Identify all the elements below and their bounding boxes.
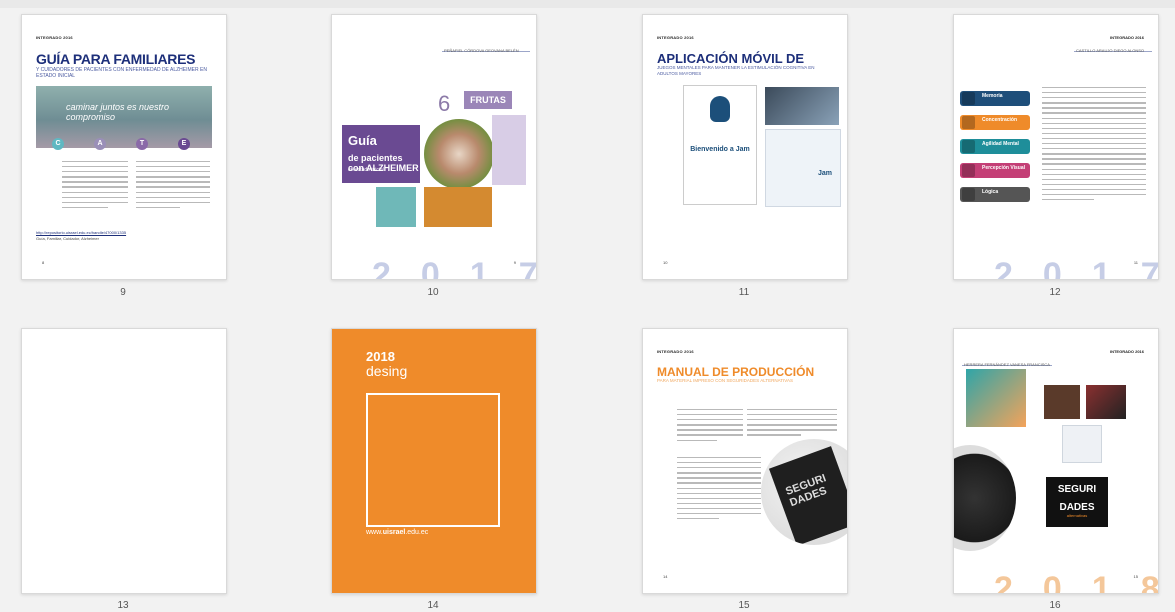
page-thumbnail-14[interactable]: 2018 desing www.uisrael.edu.ec [331,328,537,594]
text-block [677,457,761,523]
page-title: GUÍA PARA FAMILIARES [36,51,196,67]
six-label: 6 [438,91,451,116]
leaflet-image [376,187,416,227]
skill-memoria: Memoria [960,91,1030,106]
skill-label: Concentración [982,117,1018,123]
fruit-bowl-image [424,119,494,189]
page-thumbnail-viewer: INTEGRADO 2016 GUÍA PARA FAMILIARES Y CU… [0,0,1175,612]
page-thumbnail-16[interactable]: HERRERA FERNÁNDEZ VANESA FRANCISCA INTEG… [953,328,1159,594]
page-subtitle: PARA MATERIAL IMPRESO CON SEGURIDADES AL… [657,378,793,383]
cover-year: 2018 [366,349,395,364]
page-number-16: 16 [1049,600,1061,611]
page-number-13: 13 [117,600,129,611]
page-number-12: 12 [1049,287,1061,298]
skill-label: Agilidad Mental [982,141,1019,147]
page-mark: 10 [663,260,668,265]
running-header: CASTILLO ARAUJO DIEGO ALONSO [1076,48,1145,53]
skill-label: Percepción Visual [982,165,1025,171]
poster-text-3: alternativas [1066,513,1088,518]
fruit-sidebar-panel [492,115,526,185]
page-thumbnail-15[interactable]: INTEGRADO 2016 MANUAL DE PRODUCCIÓN PARA… [642,328,848,594]
page-header: INTEGRADO 2016 [1109,349,1144,354]
page-number-10: 10 [427,287,439,298]
book-subtitle-2: en estado inicial [348,167,384,173]
page-thumbnail-9[interactable]: INTEGRADO 2016 GUÍA PARA FAMILIARES Y CU… [21,14,227,280]
page-number-15: 15 [738,600,750,611]
poster-text-2: DADES [1059,502,1095,513]
page-title: MANUAL DE PRODUCCIÓN [657,365,815,379]
page-mark: 11 [1133,260,1138,265]
welcome-text: Bienvenido a Jam [690,146,750,153]
frutas-label: FRUTAS [464,91,512,109]
cover-url: www.uisrael.edu.ec [366,529,428,536]
poster-text-1: SEGURI [1057,484,1097,495]
brain-icon [710,96,730,122]
page-number-14: 14 [427,600,439,611]
book-spread-image [424,187,492,227]
page-thumbnail-10[interactable]: PEÑAFIEL CÓRDOVA GEOVANA BELÉN 6 FRUTAS … [331,14,537,280]
page-number-11: 11 [738,287,750,298]
url-suffix: .edu.ec [405,529,429,536]
running-header: HERRERA FERNÁNDEZ VANESA FRANCISCA [964,362,1050,367]
skill-logica: Lógica [960,187,1030,202]
skill-label: Lógica [982,189,999,195]
url-bold: uisrael [382,529,406,536]
page-thumbnail-12[interactable]: INTEGRADO 2016 CASTILLO ARAUJO DIEGO ALO… [953,14,1159,280]
book-circle-image [954,445,1016,551]
badge-a: A [94,138,106,150]
text-column-left [677,409,743,445]
page-header: INTEGRADO 2016 [657,349,694,354]
banner-text: caminar juntos es nuestro compromiso [66,102,170,122]
text-column [1042,87,1146,204]
page-mark: 15 [1133,574,1138,579]
running-header: PEÑAFIEL CÓRDOVA GEOVANA BELÉN [444,48,519,53]
badge-e: E [178,138,190,150]
year-watermark: 2017 [372,256,536,280]
book-title: Guía [348,133,377,148]
page-title: APLICACIÓN MÓVIL DE [657,51,805,66]
skill-percepcion: Percepción Visual [960,163,1030,178]
text-column-right [136,161,210,212]
skill-agilidad: Agilidad Mental [960,139,1030,154]
page-mark: 9 [513,260,516,265]
text-column-left [62,161,128,212]
url-prefix: www. [366,529,383,536]
letter-badges: C A T E [36,138,212,154]
page-mark: 8 [42,260,45,265]
text-column-right [747,409,837,440]
page-subtitle: JUEGOS MENTALES PARA MANTENER LA ESTIMUL… [657,65,815,76]
page-number-9: 9 [120,287,126,298]
guia-book-cover: Guía de pacientes con ALZHEIMER en estad… [342,125,420,183]
page-subtitle: Y CUIDADORES DE PACIENTES CON ENFERMEDAD… [36,67,207,79]
footer-link: http://repositorio.uisrael.edu.ec/handle… [36,230,127,235]
skill-concentracion: Concentración [960,115,1030,130]
chart-sheet-image [1062,425,1102,463]
top-strip [0,0,1175,8]
page-thumbnail-13[interactable] [21,328,227,594]
skill-label: Memoria [982,93,1003,99]
photo-image-3 [1086,385,1126,419]
page-header: INTEGRADO 2016 [36,35,73,40]
poster-image-1 [966,369,1026,427]
book-text: SEGURI DADES [784,472,829,510]
devices-photo [765,87,839,125]
footer-keywords: Guía, Familiar, Cuidador, Alzheimer [36,236,99,241]
page-header: INTEGRADO 2016 [657,35,694,40]
badge-c: C [52,138,64,150]
app-welcome-screen: Bienvenido a Jam [683,85,757,205]
badge-t: T [136,138,148,150]
page-thumbnail-11[interactable]: INTEGRADO 2016 APLICACIÓN MÓVIL DE JUEGO… [642,14,848,280]
photo-image-2 [1044,385,1080,419]
app-name: Jam [817,170,832,177]
seguridades-poster: SEGURI DADES alternativas [1046,477,1108,527]
page-mark: 14 [663,574,668,579]
book-image: SEGURI DADES [768,446,847,545]
app-screens-mockup: Jam [765,129,841,207]
books-photo: SEGURI DADES [761,439,847,545]
page-header: INTEGRADO 2016 [1109,35,1144,40]
cover-frame [366,393,500,527]
cover-word: desing [366,363,408,379]
